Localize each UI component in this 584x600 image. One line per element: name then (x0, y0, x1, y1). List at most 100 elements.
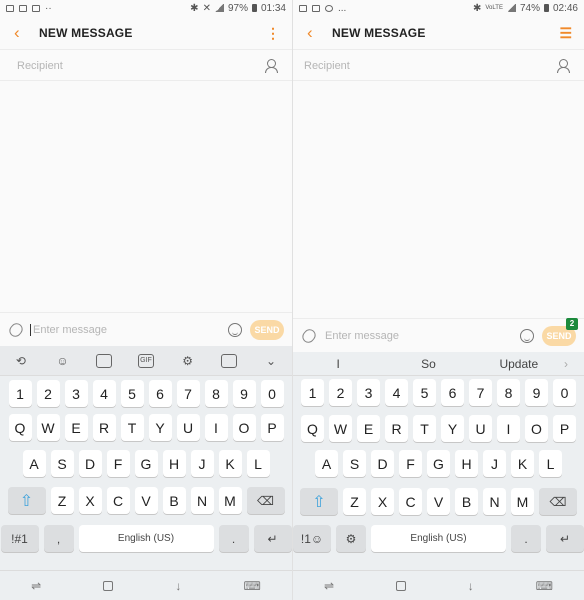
recents-icon[interactable]: ⇌ (324, 579, 334, 593)
key-y[interactable]: Y (441, 415, 464, 442)
key-v[interactable]: V (134, 487, 158, 514)
backspace-key[interactable]: ⌫ (539, 488, 577, 515)
key-i[interactable]: I (497, 415, 520, 442)
emoji-icon[interactable] (228, 322, 242, 337)
emoji-icon[interactable] (520, 328, 534, 343)
keyboard-icon[interactable]: ⌨ (536, 579, 553, 593)
key-6[interactable]: 6 (148, 380, 172, 407)
message-input[interactable]: Enter message (30, 323, 107, 336)
key-m[interactable]: M (511, 488, 534, 515)
space-key[interactable]: English (US) (371, 525, 506, 552)
key-y[interactable]: Y (148, 414, 172, 441)
key-a[interactable]: A (315, 450, 338, 477)
key-0[interactable]: 0 (553, 379, 576, 406)
key-d[interactable]: D (78, 450, 102, 477)
key-e[interactable]: E (64, 414, 88, 441)
key-1[interactable]: 1 (301, 379, 324, 406)
key-f[interactable]: F (399, 450, 422, 477)
key-4[interactable]: 4 (92, 380, 116, 407)
key-6[interactable]: 6 (441, 379, 464, 406)
send-button[interactable]: SEND 2 (542, 317, 578, 346)
key-3[interactable]: 3 (357, 379, 380, 406)
key-t[interactable]: T (413, 415, 436, 442)
key-w[interactable]: W (36, 414, 60, 441)
handwriting-icon[interactable]: ⟲ (13, 354, 29, 368)
key-5[interactable]: 5 (120, 380, 144, 407)
keyboard-settings-key[interactable]: ⚙ (336, 525, 366, 552)
key-w[interactable]: W (329, 415, 352, 442)
key-c[interactable]: C (106, 487, 130, 514)
key-4[interactable]: 4 (385, 379, 408, 406)
key-k[interactable]: K (511, 450, 534, 477)
key-1[interactable]: 1 (8, 380, 32, 407)
clipboard-icon[interactable] (221, 353, 238, 368)
key-c[interactable]: C (399, 488, 422, 515)
period-key[interactable]: . (511, 525, 541, 552)
home-icon[interactable] (395, 580, 406, 591)
key-l[interactable]: L (246, 450, 270, 477)
enter-key[interactable]: ↵ (253, 525, 292, 552)
key-g[interactable]: G (134, 450, 158, 477)
recents-icon[interactable]: ⇌ (31, 579, 41, 593)
key-k[interactable]: K (218, 450, 242, 477)
symbols-key[interactable]: !#1 (0, 525, 39, 552)
key-b[interactable]: B (162, 487, 186, 514)
key-q[interactable]: Q (8, 414, 32, 441)
key-7[interactable]: 7 (176, 380, 200, 407)
key-s[interactable]: S (343, 450, 366, 477)
key-q[interactable]: Q (301, 415, 324, 442)
key-x[interactable]: X (371, 488, 394, 515)
back-arrow-icon[interactable]: ‹ (307, 23, 325, 43)
key-j[interactable]: J (483, 450, 506, 477)
message-input[interactable]: Enter message (323, 330, 399, 342)
back-down-icon[interactable]: ↓ (175, 579, 181, 593)
key-0[interactable]: 0 (260, 380, 284, 407)
key-z[interactable]: Z (50, 487, 74, 514)
attach-icon[interactable] (6, 320, 26, 339)
symbols-key[interactable]: !1☺ (293, 525, 331, 552)
key-p[interactable]: P (260, 414, 284, 441)
key-j[interactable]: J (190, 450, 214, 477)
backspace-key[interactable]: ⌫ (246, 487, 285, 514)
suggestion-1[interactable]: I (293, 357, 383, 371)
key-p[interactable]: P (553, 415, 576, 442)
home-icon[interactable] (103, 580, 114, 591)
gif-icon[interactable]: GIF (137, 353, 154, 368)
key-i[interactable]: I (204, 414, 228, 441)
attach-icon[interactable] (299, 326, 319, 345)
key-r[interactable]: R (385, 415, 408, 442)
settings-icon[interactable]: ⚙ (180, 354, 196, 368)
key-v[interactable]: V (427, 488, 450, 515)
key-9[interactable]: 9 (525, 379, 548, 406)
key-x[interactable]: X (78, 487, 102, 514)
key-2[interactable]: 2 (329, 379, 352, 406)
collapse-icon[interactable]: ⌄ (263, 354, 279, 368)
key-n[interactable]: N (190, 487, 214, 514)
key-h[interactable]: H (162, 450, 186, 477)
key-z[interactable]: Z (343, 488, 366, 515)
space-key[interactable]: English (US) (78, 525, 214, 552)
key-u[interactable]: U (469, 415, 492, 442)
key-g[interactable]: G (427, 450, 450, 477)
more-vert-icon[interactable]: ⋮ (266, 25, 280, 42)
contact-icon[interactable] (264, 58, 278, 73)
key-l[interactable]: L (539, 450, 562, 477)
enter-key[interactable]: ↵ (546, 525, 584, 552)
send-button[interactable]: SEND (250, 319, 284, 340)
back-down-icon[interactable]: ↓ (468, 579, 474, 593)
key-o[interactable]: O (232, 414, 256, 441)
shift-key[interactable]: ⇧ (300, 488, 338, 515)
keyboard-icon[interactable]: ⌨ (244, 579, 261, 593)
emoji-icon[interactable]: ☺ (55, 354, 71, 368)
key-t[interactable]: T (120, 414, 144, 441)
key-o[interactable]: O (525, 415, 548, 442)
menu-icon[interactable]: ☰ (559, 25, 572, 42)
expand-suggestions-icon[interactable]: › (564, 357, 584, 371)
key-d[interactable]: D (371, 450, 394, 477)
key-7[interactable]: 7 (469, 379, 492, 406)
key-f[interactable]: F (106, 450, 130, 477)
sticker-icon[interactable] (96, 353, 113, 368)
key-n[interactable]: N (483, 488, 506, 515)
suggestion-2[interactable]: So (383, 357, 473, 371)
key-u[interactable]: U (176, 414, 200, 441)
